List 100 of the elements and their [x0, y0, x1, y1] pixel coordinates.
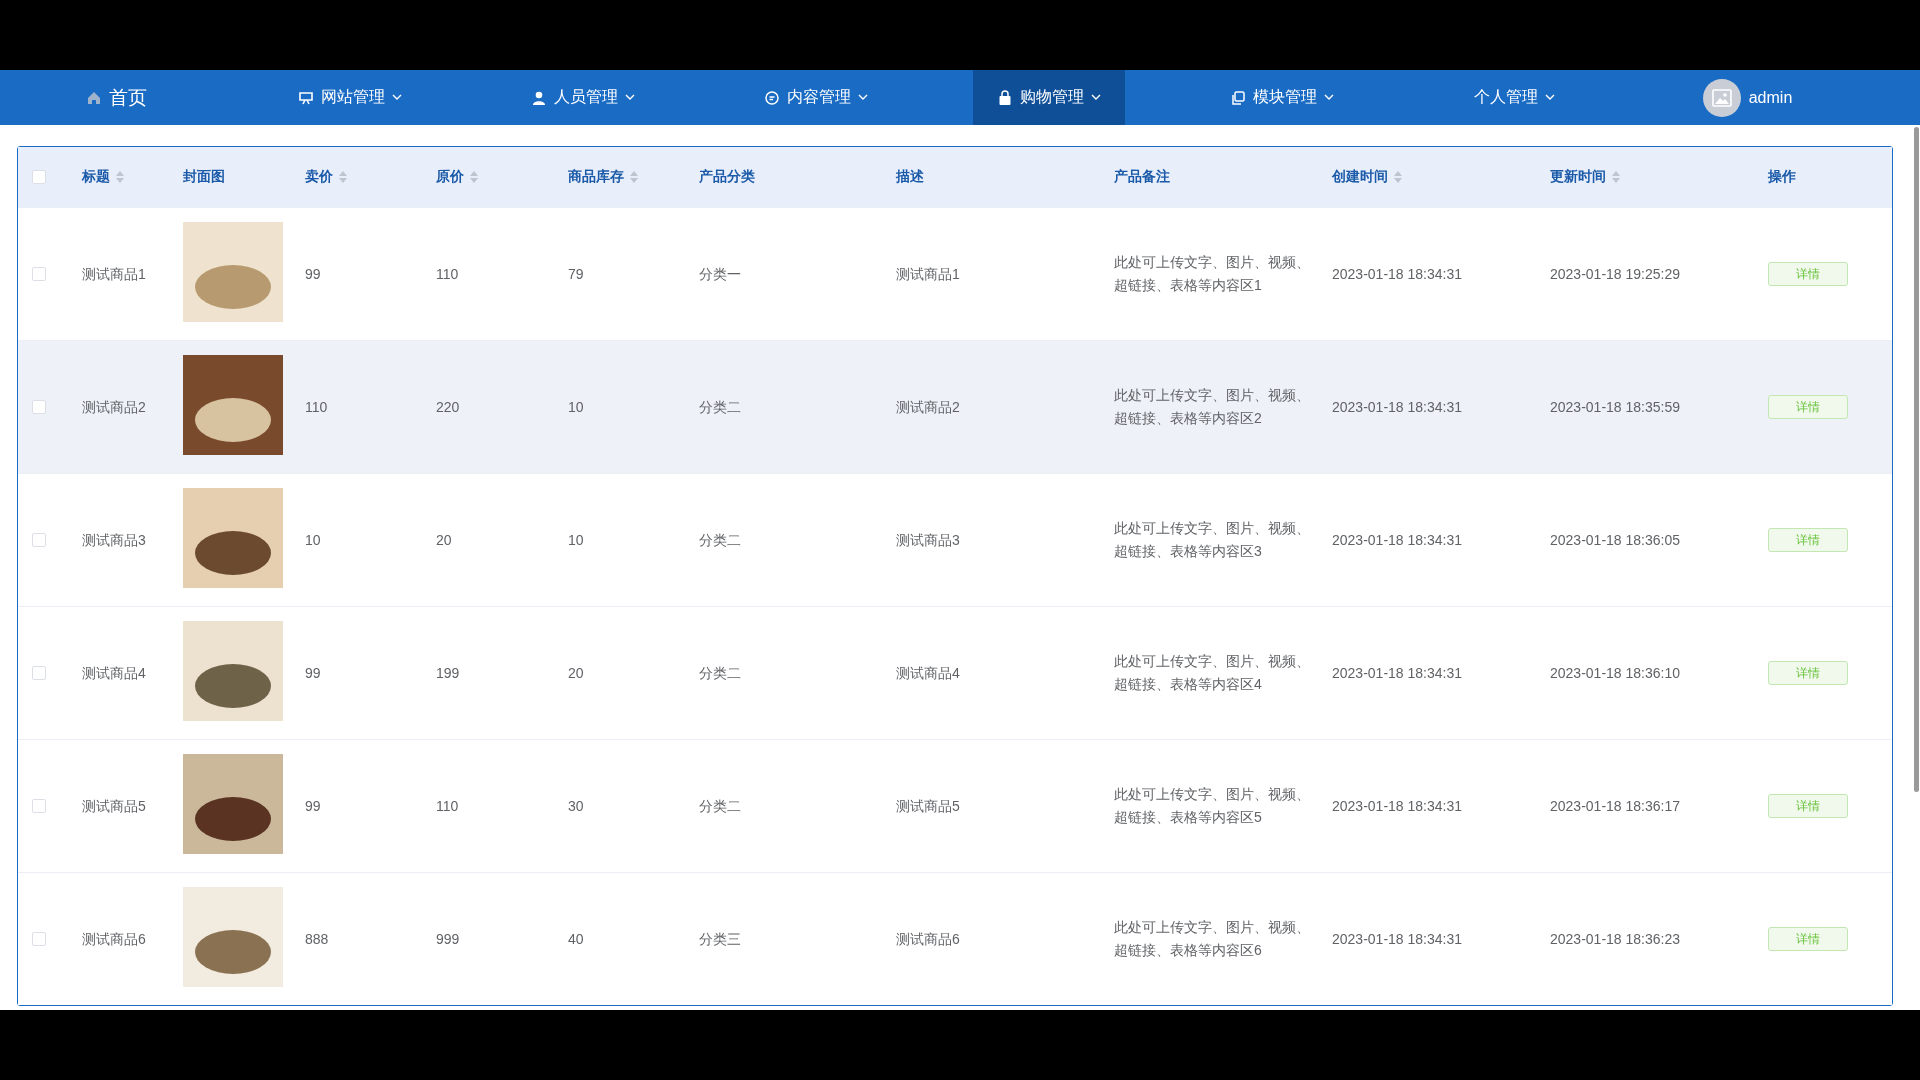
table-cell-text: 此处可上传文字、图片、视频、超链接、表格等内容区5: [1114, 785, 1311, 827]
table-cell: 2023-01-18 18:34:31: [1332, 931, 1462, 947]
table-cell: 2023-01-18 18:36:23: [1550, 931, 1680, 947]
chevron-down-icon: [624, 94, 635, 101]
column-header: 描述: [896, 168, 924, 186]
table-cell: 测试商品6: [896, 930, 960, 947]
chevron-down-icon: [391, 94, 402, 101]
table-cell-text: 此处可上传文字、图片、视频、超链接、表格等内容区4: [1114, 652, 1311, 694]
table-cell: 10: [568, 532, 584, 548]
sort-icon[interactable]: [470, 171, 478, 183]
nav-menu-item[interactable]: 个人管理: [1450, 70, 1579, 125]
table-cell: 分类二: [699, 531, 741, 548]
column-header: 操作: [1768, 168, 1796, 186]
chevron-down-icon: [1323, 94, 1334, 101]
chevron-down-icon: [857, 94, 868, 101]
nav-menu-item[interactable]: 内容管理: [739, 70, 892, 125]
chat-bubble-icon: [763, 89, 780, 106]
chevron-down-icon: [1090, 94, 1101, 101]
table-cell-text: 此处可上传文字、图片、视频、超链接、表格等内容区2: [1114, 386, 1311, 428]
table-cell: 110: [436, 266, 459, 282]
table-cell: 79: [568, 266, 584, 282]
column-header: 封面图: [183, 168, 225, 186]
table-cell: 2023-01-18 18:36:10: [1550, 665, 1680, 681]
monitor-icon: [297, 89, 314, 106]
table-cell: 2023-01-18 18:35:59: [1550, 399, 1680, 415]
table-cell: 测试商品1: [896, 265, 960, 282]
select-all-checkbox[interactable]: [32, 170, 46, 184]
nav-menu-item[interactable]: 人员管理: [506, 70, 659, 125]
table-cell: 999: [436, 931, 460, 947]
table-cell: 2023-01-18 18:34:31: [1332, 532, 1462, 548]
column-header: 产品分类: [699, 168, 755, 186]
table-cell: 2023-01-18 18:34:31: [1332, 399, 1462, 415]
table-cell: 10: [568, 399, 584, 415]
table-cell: 分类二: [699, 797, 741, 814]
nav-menu-item[interactable]: 首页: [62, 70, 171, 125]
table-cell: 测试商品4: [896, 664, 960, 681]
column-header: 创建时间: [1332, 168, 1388, 186]
scrollbar-thumb[interactable]: [1914, 127, 1919, 792]
chevron-down-icon: [1545, 94, 1555, 101]
table-cell: 110: [436, 798, 459, 814]
column-header: 更新时间: [1550, 168, 1606, 186]
table-cell: 测试商品2: [82, 398, 146, 415]
table-cell: 分类二: [699, 664, 741, 681]
table-cell: 99: [305, 665, 321, 681]
table-cell: 测试商品3: [82, 531, 146, 548]
table-cell: 888: [305, 931, 329, 947]
sort-icon[interactable]: [1612, 171, 1620, 183]
table-cell-text: 此处可上传文字、图片、视频、超链接、表格等内容区6: [1114, 918, 1311, 960]
table-cell-text: 此处可上传文字、图片、视频、超链接、表格等内容区1: [1114, 253, 1311, 295]
table-cell: 110: [305, 399, 328, 415]
nav-menu-item[interactable]: 购物管理: [972, 70, 1125, 125]
table-cell: 测试商品6: [82, 930, 146, 947]
row-checkbox[interactable]: [32, 267, 46, 281]
username[interactable]: admin: [1748, 88, 1793, 107]
person-icon: [530, 89, 547, 106]
column-header: 卖价: [305, 168, 333, 186]
table-cell: 20: [436, 532, 452, 548]
table-row[interactable]: 测试商品6 888 999 40 分类三 测试商品6 此处可上传文字、图片、视频、超链接、表格等内容区6 2023-01-18 18:34:31 2023-01-18 18:36:23 详情: [18, 872, 1892, 1005]
table-cell: 2023-01-18 18:34:31: [1332, 798, 1462, 814]
table-cell: 测试商品4: [82, 664, 146, 681]
table-cell: 2023-01-18 18:36:17: [1550, 798, 1680, 814]
table-row[interactable]: 测试商品2 110 220 10 分类二 测试商品2 此处可上传文字、图片、视频、超链接、表格等内容区2 2023-01-18 18:34:31 2023-01-18 18:35:59 详情: [18, 340, 1892, 473]
table-cell: 2023-01-18 18:34:31: [1332, 266, 1462, 282]
sort-icon[interactable]: [339, 171, 347, 183]
table-cell: 99: [305, 798, 321, 814]
table-cell: 分类三: [699, 930, 741, 947]
row-checkbox[interactable]: [32, 666, 46, 680]
table-cell: 2023-01-18 18:34:31: [1332, 665, 1462, 681]
column-header: 商品库存: [568, 168, 624, 186]
table-cell: 10: [305, 532, 321, 548]
sort-icon[interactable]: [116, 171, 124, 183]
table-cell: 测试商品1: [82, 265, 146, 282]
table-cell: 199: [436, 665, 460, 681]
table-cell: 2023-01-18 19:25:29: [1550, 266, 1680, 282]
table-cell: 测试商品2: [896, 398, 960, 415]
column-header: 标题: [82, 168, 110, 186]
copy-icon: [1229, 89, 1246, 106]
column-header: 产品备注: [1114, 168, 1170, 186]
nav-menu-item[interactable]: 网站管理: [273, 70, 426, 125]
table-cell: 分类一: [699, 265, 741, 282]
avatar-image-icon[interactable]: [1702, 78, 1741, 117]
row-checkbox[interactable]: [32, 799, 46, 813]
table-cell: 99: [305, 266, 321, 282]
column-header: 原价: [436, 168, 464, 186]
table-cell: 20: [568, 665, 584, 681]
row-checkbox[interactable]: [32, 533, 46, 547]
home-icon: [86, 89, 102, 106]
table-cell: 30: [568, 798, 584, 814]
nav-menu-item[interactable]: 模块管理: [1205, 70, 1358, 125]
sort-icon[interactable]: [1394, 171, 1402, 183]
table-cell: 分类二: [699, 398, 741, 415]
table-cell-text: 此处可上传文字、图片、视频、超链接、表格等内容区3: [1114, 519, 1311, 561]
table-cell: 2023-01-18 18:36:05: [1550, 532, 1680, 548]
table-cell: 测试商品5: [82, 797, 146, 814]
table-cell: 40: [568, 931, 584, 947]
table-cell: 测试商品3: [896, 531, 960, 548]
table-cell: 测试商品5: [896, 797, 960, 814]
row-checkbox[interactable]: [32, 400, 46, 414]
row-checkbox[interactable]: [32, 932, 46, 946]
sort-icon[interactable]: [630, 171, 638, 183]
